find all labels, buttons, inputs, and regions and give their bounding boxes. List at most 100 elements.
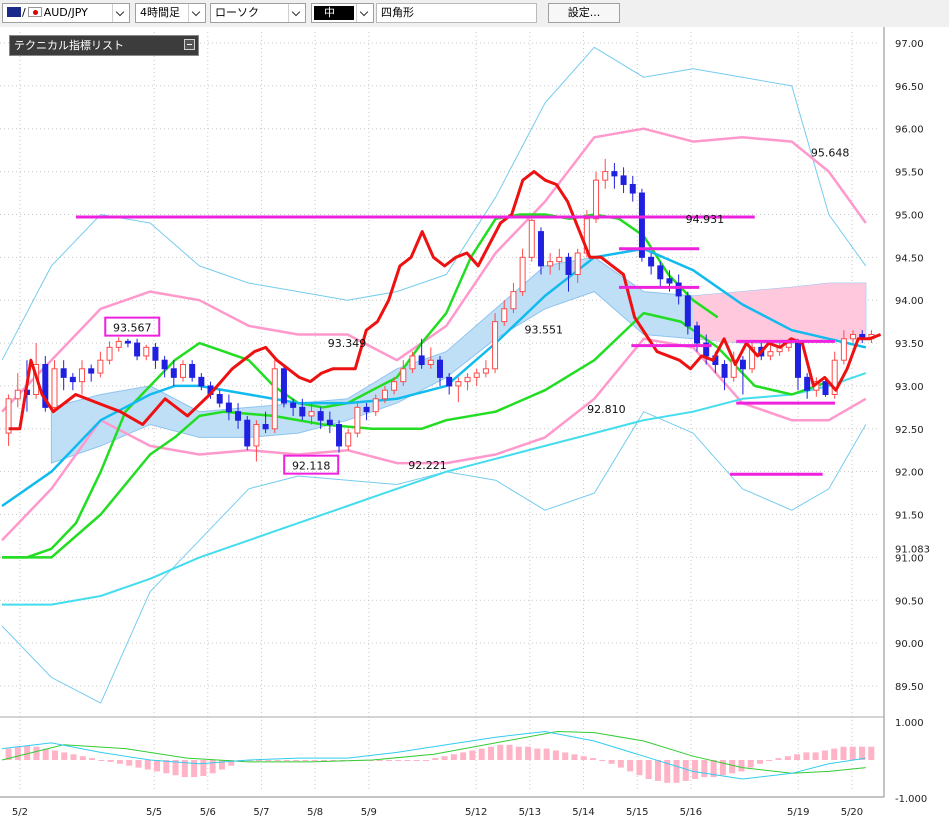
histogram-bar [98, 760, 105, 761]
au-flag-icon [7, 7, 21, 17]
candle-body [528, 219, 535, 258]
histogram-bar [525, 746, 532, 760]
histogram-bar [200, 760, 207, 776]
line-width-label: 中 [324, 6, 335, 19]
candle-body [400, 368, 407, 383]
candle-body [115, 340, 122, 348]
histogram-bar [135, 760, 142, 768]
jp-flag-icon [27, 7, 42, 17]
oscillator-tick-label: -1.000 [895, 794, 927, 805]
histogram-bar [756, 760, 763, 764]
chevron-down-icon[interactable] [356, 4, 373, 22]
candle-body [134, 342, 141, 357]
candle-body [326, 419, 333, 426]
histogram-bar [654, 760, 661, 781]
histogram-bar [293, 760, 300, 761]
histogram-bar [590, 758, 597, 760]
candle-body [409, 355, 416, 370]
candle-body [492, 321, 499, 370]
date-tick-label: 5/13 [519, 807, 541, 818]
histogram-bar [116, 760, 123, 764]
candle-body [556, 256, 563, 263]
histogram-bar [868, 746, 875, 760]
date-tick-label: 5/12 [465, 807, 487, 818]
candle-body [519, 256, 526, 293]
histogram-bar [395, 760, 402, 761]
candle-body [124, 340, 131, 344]
date-tick-label: 5/7 [253, 807, 269, 818]
date-tick-label: 5/19 [787, 807, 809, 818]
candle-body [391, 381, 398, 391]
histogram-bar [784, 756, 791, 760]
minimize-icon[interactable] [184, 39, 195, 50]
histogram-bar [14, 746, 21, 760]
candle-body [565, 256, 572, 275]
histogram-bar [682, 760, 689, 781]
price-tick-label: 96.50 [895, 82, 924, 93]
histogram-bar [599, 760, 606, 761]
histogram-bar [487, 746, 494, 760]
histogram-bar [673, 760, 680, 783]
date-tick-label: 5/20 [841, 807, 863, 818]
candle-body [235, 411, 242, 421]
chevron-down-icon[interactable] [188, 4, 205, 22]
line-width-select[interactable]: 中 [311, 3, 374, 23]
candle-body [290, 402, 297, 408]
shape-select[interactable]: 四角形 [376, 3, 537, 23]
histogram-bar [413, 760, 420, 761]
candle-body [336, 424, 343, 447]
histogram-bar [423, 760, 430, 761]
candle-body [482, 368, 489, 374]
chevron-down-icon[interactable] [288, 4, 305, 22]
histogram-bar [701, 760, 708, 778]
candle-body [106, 346, 113, 361]
histogram-bar [79, 756, 86, 760]
histogram-bar [89, 758, 96, 760]
candle-body [280, 368, 287, 404]
candle-body [225, 402, 232, 413]
histogram-bar [265, 760, 272, 761]
candle-body [593, 179, 600, 220]
price-chart[interactable]: 93.567 93.349 92.118 92.221 93.551 92.810 94.9… [0, 27, 949, 821]
price-tick-label: 92.50 [895, 425, 924, 436]
histogram-bar [627, 760, 634, 772]
candle-body [657, 265, 664, 280]
candle-body [822, 381, 829, 396]
histogram-bar [42, 748, 49, 760]
histogram-bar [311, 760, 318, 761]
candle-body [629, 183, 636, 194]
indicator-list-panel[interactable]: テクニカル指標リスト [9, 35, 199, 56]
chevron-down-icon[interactable] [112, 4, 129, 22]
price-tick-label: 96.00 [895, 125, 924, 136]
candle-body [794, 342, 801, 378]
histogram-bar [450, 754, 457, 760]
toolbar: / AUD/JPY 4時間足 ローソク 中 四角形 設定... [0, 0, 949, 28]
chart-style-select[interactable]: ローソク [210, 3, 306, 23]
candle-body [464, 376, 471, 383]
date-tick-label: 5/9 [361, 807, 377, 818]
date-tick-label: 5/16 [680, 807, 702, 818]
histogram-bar [812, 752, 819, 760]
histogram-bar [794, 754, 801, 760]
price-tick-label: 92.00 [895, 468, 924, 479]
candle-body [354, 406, 361, 434]
date-tick-label: 5/14 [572, 807, 594, 818]
histogram-bar [302, 760, 309, 761]
symbol-select[interactable]: / AUD/JPY [2, 3, 130, 23]
histogram-bar [766, 760, 773, 761]
histogram-bar [729, 760, 736, 774]
candle-body [363, 406, 370, 413]
settings-button[interactable]: 設定... [548, 3, 620, 23]
histogram-bar [506, 744, 513, 760]
timeframe-select[interactable]: 4時間足 [135, 3, 206, 23]
candle-body [574, 252, 581, 275]
price-tick-label: 94.00 [895, 296, 924, 307]
histogram-bar [283, 760, 290, 761]
candle-body [684, 295, 691, 327]
candle-body [79, 368, 86, 383]
histogram-bar [571, 754, 578, 760]
candle-body [666, 278, 673, 284]
histogram-bar [692, 760, 699, 779]
histogram-bar [849, 746, 856, 760]
candle-body [473, 372, 480, 378]
